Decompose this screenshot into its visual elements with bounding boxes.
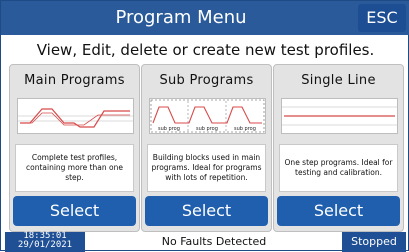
esc-button[interactable]: ESC <box>358 4 406 32</box>
card-description: Complete test profiles, containing more … <box>15 144 134 192</box>
single-line-graph-icon <box>281 98 398 134</box>
card-title: Main Programs <box>24 73 125 88</box>
select-single-line-button[interactable]: Select <box>277 196 400 226</box>
card-title: Single Line <box>301 73 376 88</box>
title-bar: Program Menu ESC <box>1 1 409 35</box>
instructions-text: View, Edit, delete or create new test pr… <box>36 41 375 59</box>
graph-label: sub prog <box>196 126 218 132</box>
card-description: One step programs. Ideal for testing and… <box>279 144 398 192</box>
clock-display: 18:35:01 29/01/2021 <box>5 232 85 252</box>
sub-programs-graph-icon: sub prog sub prog sub prog <box>149 98 266 134</box>
fault-status-text: No Faults Detected <box>161 235 267 248</box>
select-main-programs-button[interactable]: Select <box>13 196 136 226</box>
card-description: Building blocks used in main programs. I… <box>147 144 266 192</box>
card-single-line: Single Line One step programs. Ideal for… <box>273 64 404 232</box>
app-window: Program Menu ESC View, Edit, delete or c… <box>0 0 409 252</box>
card-sub-programs: Sub Programs sub prog sub prog sub prog … <box>141 64 272 232</box>
graph-label: sub prog <box>234 126 256 132</box>
date-text: 29/01/2021 <box>17 240 73 250</box>
run-state-badge: Stopped <box>342 232 406 252</box>
main-programs-graph-icon <box>17 98 134 134</box>
card-title: Sub Programs <box>159 73 254 88</box>
status-bar: 18:35:01 29/01/2021 No Faults Detected S… <box>1 232 409 252</box>
card-main-programs: Main Programs Complete test profiles, co… <box>9 64 140 232</box>
page-title: Program Menu <box>115 7 247 28</box>
graph-label: sub prog <box>158 126 180 132</box>
select-sub-programs-button[interactable]: Select <box>145 196 268 226</box>
